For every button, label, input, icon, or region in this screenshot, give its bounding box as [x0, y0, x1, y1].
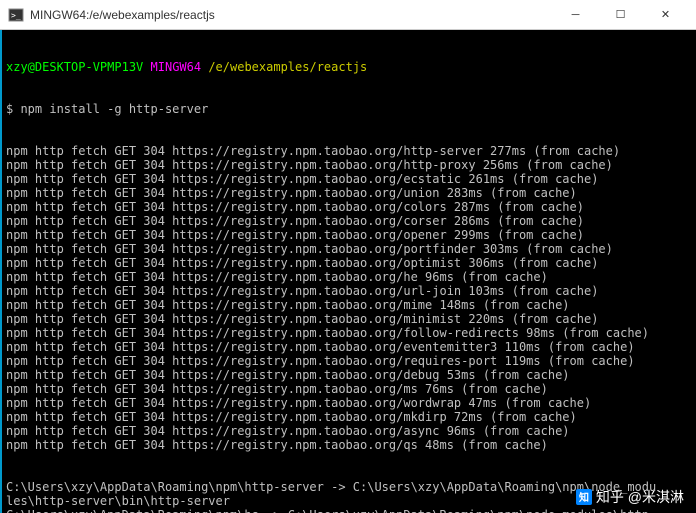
npm-fetch-line: npm http fetch GET 304 https://registry.…: [6, 368, 692, 382]
npm-fetch-line: npm http fetch GET 304 https://registry.…: [6, 410, 692, 424]
npm-result-line: C:\Users\xzy\AppData\Roaming\npm\hs -> C…: [6, 508, 692, 513]
npm-fetch-line: npm http fetch GET 304 https://registry.…: [6, 158, 692, 172]
npm-fetch-line: npm http fetch GET 304 https://registry.…: [6, 214, 692, 228]
npm-fetch-line: npm http fetch GET 304 https://registry.…: [6, 438, 692, 452]
terminal-output[interactable]: xzy@DESKTOP-VPMP13V MINGW64 /e/webexampl…: [0, 30, 696, 513]
npm-fetch-line: npm http fetch GET 304 https://registry.…: [6, 354, 692, 368]
window-controls: ─ ☐ ✕: [553, 0, 688, 30]
command-line: $ npm install -g http-server: [6, 102, 692, 116]
maximize-button[interactable]: ☐: [598, 0, 643, 30]
npm-fetch-line: npm http fetch GET 304 https://registry.…: [6, 284, 692, 298]
npm-fetch-line: npm http fetch GET 304 https://registry.…: [6, 340, 692, 354]
watermark: 知 知乎 @米淇淋: [576, 489, 684, 505]
npm-fetch-line: npm http fetch GET 304 https://registry.…: [6, 312, 692, 326]
shell-name: MINGW64: [151, 60, 202, 74]
npm-fetch-line: npm http fetch GET 304 https://registry.…: [6, 200, 692, 214]
svg-text:>_: >_: [11, 11, 21, 20]
npm-fetch-line: npm http fetch GET 304 https://registry.…: [6, 228, 692, 242]
npm-fetch-line: npm http fetch GET 304 https://registry.…: [6, 242, 692, 256]
npm-fetch-line: npm http fetch GET 304 https://registry.…: [6, 424, 692, 438]
npm-fetch-line: npm http fetch GET 304 https://registry.…: [6, 270, 692, 284]
terminal-icon: >_: [8, 7, 24, 23]
svg-text:知: 知: [578, 491, 589, 504]
npm-fetch-line: npm http fetch GET 304 https://registry.…: [6, 172, 692, 186]
npm-fetch-line: npm http fetch GET 304 https://registry.…: [6, 396, 692, 410]
npm-fetch-line: npm http fetch GET 304 https://registry.…: [6, 186, 692, 200]
current-path: /e/webexamples/reactjs: [208, 60, 367, 74]
prompt-line: xzy@DESKTOP-VPMP13V MINGW64 /e/webexampl…: [6, 60, 692, 74]
npm-fetch-line: npm http fetch GET 304 https://registry.…: [6, 326, 692, 340]
window-title: MINGW64:/e/webexamples/reactjs: [30, 8, 553, 22]
npm-fetch-line: npm http fetch GET 304 https://registry.…: [6, 298, 692, 312]
watermark-text: 知乎 @米淇淋: [596, 490, 684, 504]
npm-fetch-line: npm http fetch GET 304 https://registry.…: [6, 256, 692, 270]
user-host: xzy@DESKTOP-VPMP13V: [6, 60, 143, 74]
npm-fetch-line: npm http fetch GET 304 https://registry.…: [6, 382, 692, 396]
npm-fetch-line: npm http fetch GET 304 https://registry.…: [6, 144, 692, 158]
close-button[interactable]: ✕: [643, 0, 688, 30]
zhihu-icon: 知: [576, 489, 592, 505]
minimize-button[interactable]: ─: [553, 0, 598, 30]
titlebar: >_ MINGW64:/e/webexamples/reactjs ─ ☐ ✕: [0, 0, 696, 30]
